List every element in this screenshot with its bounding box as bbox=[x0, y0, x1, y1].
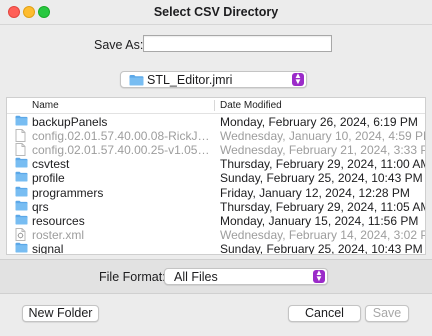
file-date-modified: Sunday, February 25, 2024, 10:43 PM bbox=[220, 241, 423, 255]
file-date-modified: Wednesday, February 14, 2024, 3:02 PM bbox=[220, 227, 426, 242]
folder-icon bbox=[15, 214, 28, 228]
window-title: Select CSV Directory bbox=[153, 5, 279, 19]
file-name: signal bbox=[32, 241, 64, 255]
title-bar: Select CSV Directory bbox=[0, 0, 432, 25]
file-list-row[interactable]: roster.xml Wednesday, February 14, 2024, … bbox=[7, 227, 425, 242]
folder-icon bbox=[15, 242, 28, 254]
cancel-button[interactable]: Cancel bbox=[288, 305, 361, 322]
folder-icon bbox=[15, 115, 28, 129]
folder-icon bbox=[15, 157, 28, 171]
file-list-row[interactable]: config.02.01.57.40.00.08-RickJct-M... Wed… bbox=[7, 128, 425, 143]
save-as-label: Save As: bbox=[94, 38, 144, 52]
column-header-date-modified[interactable]: Date Modified bbox=[220, 100, 282, 111]
file-name: config.02.01.57.40.00.08-RickJct-M... bbox=[32, 129, 212, 144]
file-list-row[interactable]: qrs Thursday, February 29, 2024, 11:05 AM bbox=[7, 199, 425, 214]
file-list-row[interactable]: config.02.01.57.40.00.25-v1.05-2... Wedne… bbox=[7, 142, 425, 157]
file-date-modified: Wednesday, February 21, 2024, 3:33 PM bbox=[220, 143, 426, 158]
column-header-name[interactable]: Name bbox=[32, 100, 59, 111]
popup-chevron-icon: ▲ ▼ bbox=[292, 72, 304, 86]
file-list-row[interactable]: programmers Friday, January 12, 2024, 12:… bbox=[7, 185, 425, 200]
file-name: profile bbox=[32, 171, 65, 186]
file-date-modified: Monday, January 15, 2024, 11:56 PM bbox=[220, 213, 419, 228]
file-date-modified: Monday, February 26, 2024, 6:19 PM bbox=[220, 115, 418, 129]
file-name: config.02.01.57.40.00.25-v1.05-2... bbox=[32, 143, 212, 158]
file-list-row[interactable]: signal Sunday, February 25, 2024, 10:43 P… bbox=[7, 241, 425, 255]
file-date-modified: Thursday, February 29, 2024, 11:00 AM bbox=[220, 157, 426, 172]
folder-icon bbox=[15, 200, 28, 214]
file-list-header: Name Date Modified bbox=[7, 98, 425, 114]
file-name: csvtest bbox=[32, 157, 70, 172]
file-list-row[interactable]: resources Monday, January 15, 2024, 11:56… bbox=[7, 213, 425, 228]
file-list-row[interactable]: csvtest Thursday, February 29, 2024, 11:0… bbox=[7, 156, 425, 171]
new-folder-button[interactable]: New Folder bbox=[22, 305, 99, 322]
save-button[interactable]: Save bbox=[365, 305, 409, 322]
file-list-row[interactable]: profile Sunday, February 25, 2024, 10:43 … bbox=[7, 170, 425, 185]
folder-icon bbox=[129, 74, 144, 89]
file-name: qrs bbox=[32, 199, 49, 214]
column-divider bbox=[214, 100, 215, 111]
file-format-popup[interactable]: All Files ▲ ▼ bbox=[164, 268, 328, 285]
directory-popup-value: STL_Editor.jmri bbox=[147, 73, 233, 87]
file-date-modified: Wednesday, January 10, 2024, 4:59 PM bbox=[220, 129, 426, 144]
folder-icon bbox=[15, 171, 28, 185]
file-date-modified: Friday, January 12, 2024, 12:28 PM bbox=[220, 185, 410, 200]
directory-popup[interactable]: STL_Editor.jmri ▲ ▼ bbox=[120, 71, 307, 88]
file-name: programmers bbox=[32, 185, 104, 200]
file-format-popup-value: All Files bbox=[174, 270, 218, 284]
popup-chevron-icon: ▲ ▼ bbox=[313, 269, 325, 283]
file-format-label: File Format: bbox=[99, 270, 166, 284]
file-name: backupPanels bbox=[32, 115, 108, 129]
file-date-modified: Thursday, February 29, 2024, 11:05 AM bbox=[220, 199, 426, 214]
file-date-modified: Sunday, February 25, 2024, 10:43 PM bbox=[220, 171, 423, 186]
save-as-input[interactable] bbox=[143, 35, 332, 52]
file-name: roster.xml bbox=[32, 227, 85, 242]
folder-icon bbox=[15, 186, 28, 200]
file-name: resources bbox=[32, 213, 85, 228]
file-list[interactable]: Name Date Modified backupPanels Monday, F… bbox=[6, 97, 426, 255]
file-list-row[interactable]: backupPanels Monday, February 26, 2024, 6… bbox=[7, 114, 425, 129]
